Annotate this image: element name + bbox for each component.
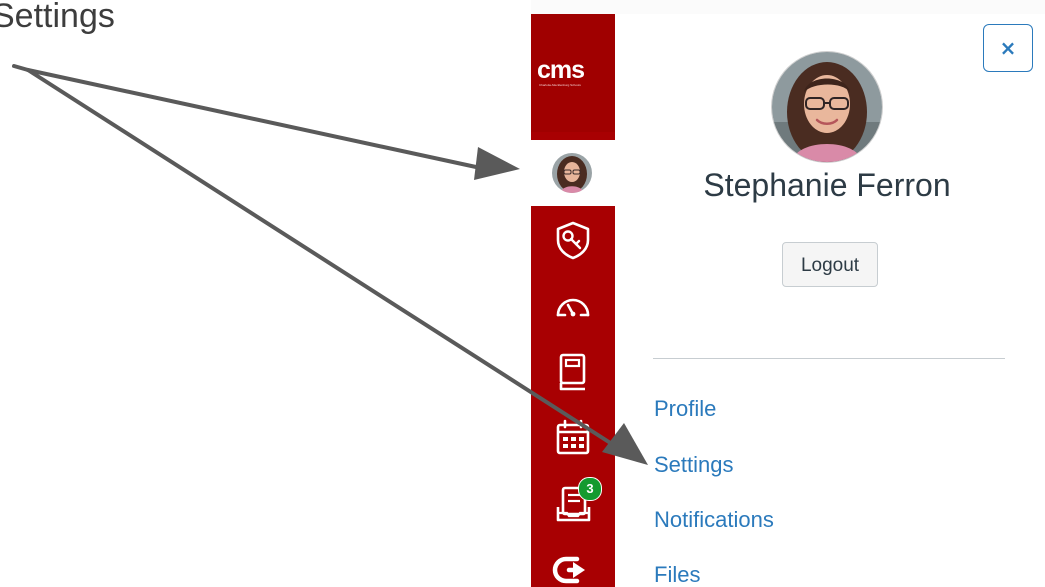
cms-logo[interactable]: cms Charlotte-Mecklenburg Schools — [531, 14, 615, 132]
book-icon — [559, 353, 586, 391]
speedometer-icon — [556, 298, 590, 317]
nav-item-inbox[interactable]: 3 — [531, 472, 615, 534]
account-tray: × Stephanie Ferron Logout Profile Settin… — [615, 14, 1045, 587]
global-navigation: cms Charlotte-Mecklenburg Schools 3 — [531, 14, 615, 587]
profile-avatar — [772, 52, 882, 162]
logo-subtext: Charlotte-Mecklenburg Schools — [539, 83, 581, 87]
callout-label: Settings — [0, 0, 115, 35]
tray-divider — [653, 358, 1005, 359]
unread-count-badge: 3 — [578, 477, 602, 501]
calendar-icon — [556, 419, 590, 455]
arrow-exit-icon — [552, 556, 585, 584]
files-link[interactable]: Files — [654, 560, 700, 587]
close-button[interactable]: × — [983, 24, 1033, 72]
top-strip — [531, 0, 1045, 15]
nav-item-dashboard[interactable] — [531, 274, 615, 336]
logout-button[interactable]: Logout — [782, 242, 878, 287]
nav-item-courses[interactable] — [531, 340, 615, 402]
nav-item-commons[interactable] — [531, 538, 615, 587]
nav-item-account[interactable] — [531, 140, 615, 206]
shield-key-icon — [556, 221, 590, 260]
settings-link[interactable]: Settings — [654, 450, 734, 480]
arrow-to-account-icon — [12, 64, 520, 180]
nav-item-admin[interactable] — [531, 208, 615, 270]
profile-link[interactable]: Profile — [654, 394, 716, 424]
notifications-link[interactable]: Notifications — [654, 505, 774, 535]
user-name: Stephanie Ferron — [703, 167, 951, 203]
lms-window: cms Charlotte-Mecklenburg Schools 3 × St… — [531, 0, 1045, 587]
nav-item-calendar[interactable] — [531, 406, 615, 468]
screenshot-stage: Settings cms Charlotte-Mecklenburg Schoo… — [0, 0, 1045, 587]
user-avatar-icon — [552, 153, 592, 193]
logo-text: cms — [537, 56, 585, 84]
